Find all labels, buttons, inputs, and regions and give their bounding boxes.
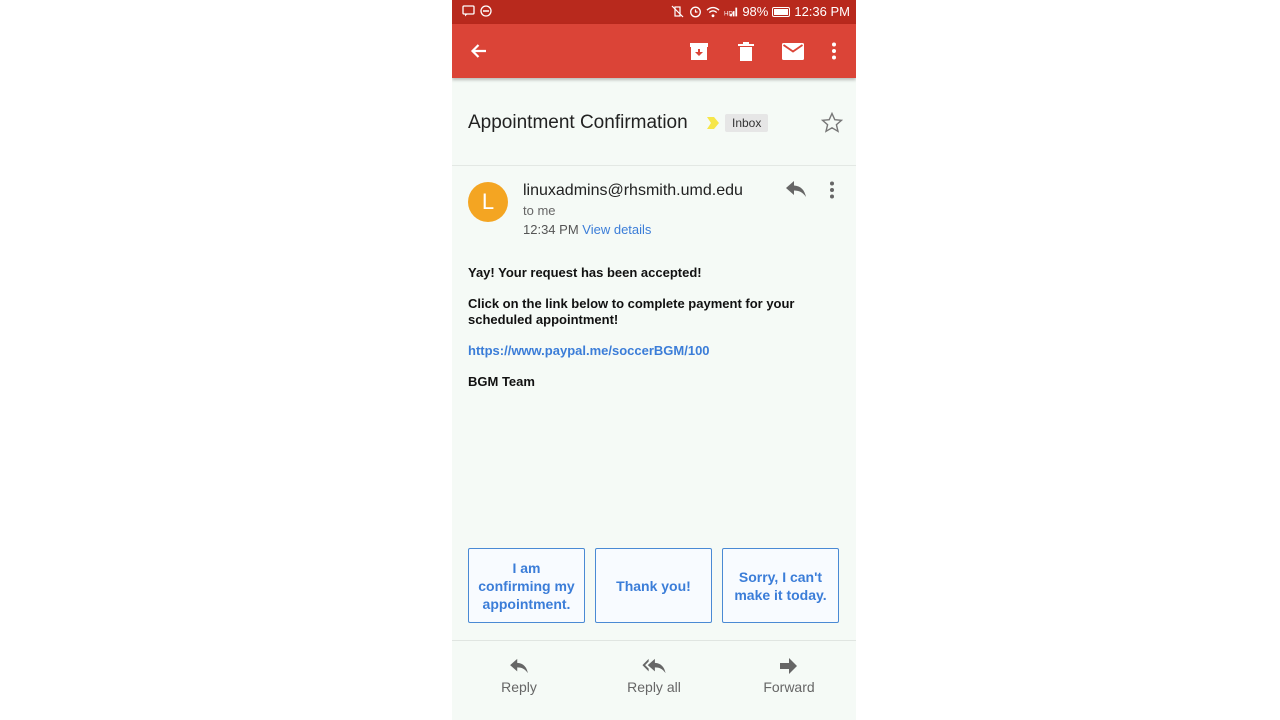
back-button[interactable] (465, 37, 493, 65)
recipient-label: to me (523, 203, 556, 218)
app-bar (452, 24, 856, 78)
mail-icon (782, 42, 804, 60)
phone-screen: HD 98% 12:36 PM Appointment Confirmation (452, 0, 856, 720)
email-subject: Appointment Confirmation (468, 112, 688, 133)
do-not-disturb-icon (479, 4, 493, 18)
archive-button[interactable] (685, 37, 713, 65)
battery-percent: 98% (742, 4, 769, 19)
delete-button[interactable] (732, 37, 760, 65)
quick-reply-button[interactable] (785, 180, 807, 203)
smart-reply-decline[interactable]: Sorry, I can't make it today. (722, 548, 839, 623)
sender-email: linuxadmins@rhsmith.umd.edu (523, 182, 743, 199)
divider (452, 640, 856, 641)
reply-all-button[interactable]: Reply all (599, 655, 709, 695)
payment-link[interactable]: https://www.paypal.me/soccerBGM/100 (468, 343, 828, 359)
signature: BGM Team (468, 374, 535, 389)
svg-text:HD: HD (724, 10, 733, 17)
status-bar: HD 98% 12:36 PM (452, 0, 856, 24)
more-vert-icon (830, 181, 834, 199)
more-vert-icon (832, 42, 836, 60)
signal-hd-icon: HD (724, 5, 738, 19)
time-row: 12:34 PM View details (523, 222, 651, 237)
trash-icon (738, 41, 754, 61)
reply-button[interactable]: Reply (464, 655, 574, 695)
view-details-link[interactable]: View details (582, 222, 651, 237)
forward-button[interactable]: Forward (734, 655, 844, 695)
reply-icon (464, 655, 574, 677)
forward-icon (734, 655, 844, 677)
wifi-icon (706, 5, 720, 19)
importance-marker-icon[interactable] (706, 116, 720, 135)
email-time: 12:34 PM (523, 222, 579, 237)
forward-label: Forward (763, 679, 815, 695)
star-icon[interactable] (820, 111, 844, 138)
mark-unread-button[interactable] (779, 37, 807, 65)
message-more-button[interactable] (829, 181, 835, 204)
reply-all-icon (599, 655, 709, 677)
alarm-icon (688, 5, 702, 19)
back-arrow-icon (470, 44, 486, 58)
body-line-2: Click on the link below to complete paym… (468, 296, 795, 327)
reply-all-label: Reply all (627, 679, 681, 695)
message-notification-icon (461, 4, 475, 18)
status-time: 12:36 PM (794, 4, 850, 19)
reply-icon (786, 181, 806, 197)
battery-icon (772, 6, 791, 17)
subject-row: Appointment Confirmation Inbox (452, 79, 856, 166)
vibrate-off-icon (670, 5, 684, 19)
email-body: Yay! Your request has been accepted! Cli… (468, 265, 828, 405)
archive-icon (690, 42, 708, 60)
sender-avatar[interactable]: L (468, 182, 508, 222)
inbox-label[interactable]: Inbox (725, 114, 769, 132)
smart-reply-confirm[interactable]: I am confirming my appointment. (468, 548, 585, 623)
body-line-1: Yay! Your request has been accepted! (468, 265, 702, 280)
smart-reply-thanks[interactable]: Thank you! (595, 548, 712, 623)
overflow-menu-button[interactable] (820, 37, 848, 65)
reply-label: Reply (501, 679, 537, 695)
